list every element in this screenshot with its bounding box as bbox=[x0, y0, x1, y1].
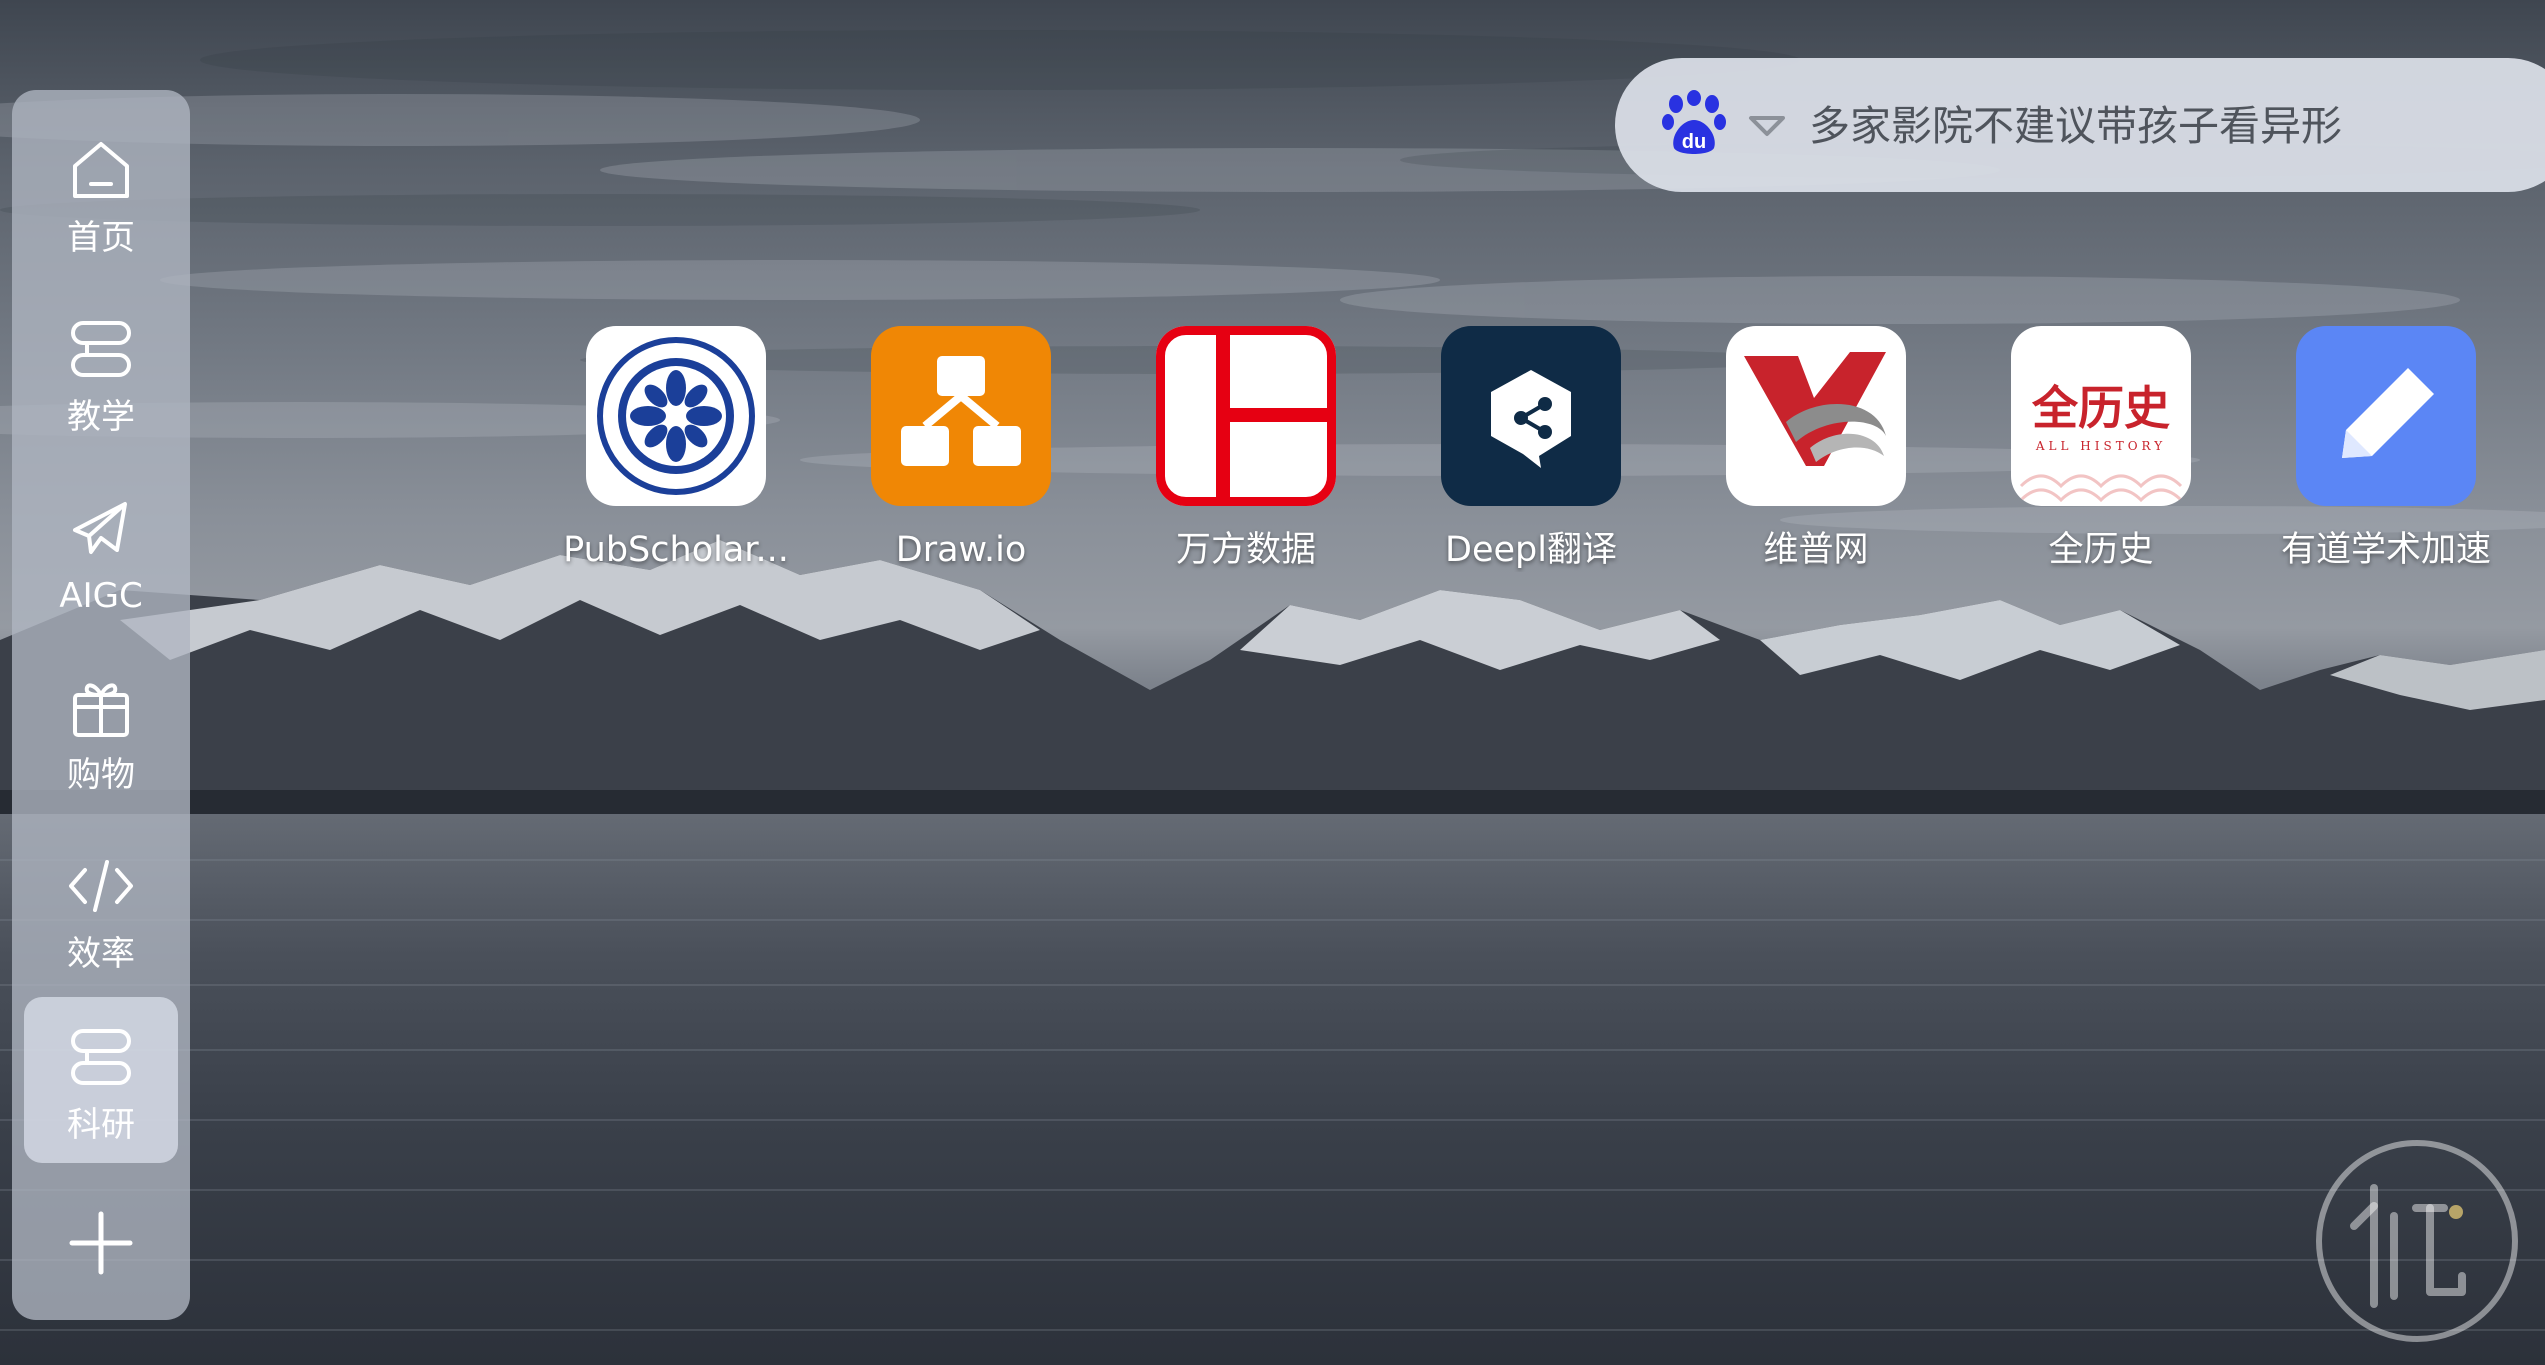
shortcut-tile bbox=[586, 326, 766, 506]
youdao-pen-logo-icon bbox=[2296, 326, 2476, 506]
shortcut-tile bbox=[1156, 326, 1336, 506]
svg-text:全历史: 全历史 bbox=[2031, 381, 2170, 435]
watermark-logo-icon bbox=[2316, 1140, 2518, 1342]
allhistory-logo-icon: 全历史 ALL HISTORY bbox=[2011, 326, 2191, 506]
wallpaper-background bbox=[0, 0, 2545, 1365]
shortcut-tile bbox=[2296, 326, 2476, 506]
drawio-logo-icon bbox=[871, 326, 1051, 506]
sidebar-item-home[interactable]: 首页 bbox=[24, 110, 178, 276]
shortcut-label: 万方数据 bbox=[1175, 530, 1316, 570]
wanfang-logo-icon bbox=[1156, 326, 1336, 506]
airplane-icon bbox=[73, 502, 127, 554]
svg-text:ALL HISTORY: ALL HISTORY bbox=[2035, 439, 2166, 453]
chevron-down-icon[interactable] bbox=[1747, 114, 1787, 138]
sidebar-item-label: 购物 bbox=[67, 755, 135, 795]
shortcut-label: Draw.io bbox=[895, 530, 1027, 570]
search-input[interactable] bbox=[1807, 88, 2531, 164]
shortcut-youdao[interactable]: 有道学术加速 bbox=[2256, 326, 2516, 586]
shortcut-tile bbox=[1441, 326, 1621, 506]
gift-icon bbox=[73, 683, 129, 737]
stack-icon bbox=[71, 321, 131, 377]
code-icon bbox=[69, 860, 133, 912]
pubscholar-logo-icon bbox=[586, 326, 766, 506]
sidebar-item-label: AIGC bbox=[59, 576, 143, 616]
shortcut-vip[interactable]: 维普网 bbox=[1686, 326, 1946, 586]
shortcut-allhistory[interactable]: 全历史 ALL HISTORY 全历史 bbox=[1971, 326, 2231, 586]
stack-icon bbox=[71, 1029, 131, 1085]
sidebar-item-aigc[interactable]: AIGC bbox=[24, 468, 178, 634]
shortcut-tile bbox=[1726, 326, 1906, 506]
plus-icon[interactable] bbox=[66, 1208, 136, 1278]
shortcut-tile: 全历史 ALL HISTORY bbox=[2011, 326, 2191, 506]
shortcut-label: 全历史 bbox=[2048, 530, 2154, 570]
sidebar-item-label: 首页 bbox=[67, 218, 135, 258]
sidebar-item-shopping[interactable]: 购物 bbox=[24, 647, 178, 813]
sidebar-item-label: 科研 bbox=[67, 1105, 135, 1145]
sidebar-item-teaching[interactable]: 教学 bbox=[24, 289, 178, 455]
landscape-graphic bbox=[0, 30, 2545, 1331]
shortcut-label: Deepl翻译 bbox=[1445, 530, 1617, 570]
svg-text:du: du bbox=[1682, 131, 1706, 153]
shortcut-label: PubScholar... bbox=[563, 530, 789, 570]
shortcut-wanfang[interactable]: 万方数据 bbox=[1116, 326, 1376, 586]
shortcut-deepl[interactable]: Deepl翻译 bbox=[1401, 326, 1661, 586]
shortcut-drawio[interactable]: Draw.io bbox=[831, 326, 1091, 586]
shortcut-pubscholar[interactable]: PubScholar... bbox=[546, 326, 806, 586]
home-icon bbox=[73, 142, 129, 198]
sidebar-item-efficiency[interactable]: 效率 bbox=[24, 826, 178, 992]
vip-logo-icon bbox=[1726, 326, 1906, 506]
search-bar: du bbox=[1615, 58, 2545, 192]
sidebar-item-label: 教学 bbox=[67, 397, 135, 437]
baidu-paw-icon[interactable]: du bbox=[1660, 90, 1728, 158]
shortcut-label: 维普网 bbox=[1763, 530, 1869, 570]
shortcut-label: 有道学术加速 bbox=[2280, 530, 2491, 570]
sidebar-item-label: 效率 bbox=[67, 934, 135, 974]
sidebar-item-research[interactable]: 科研 bbox=[24, 997, 178, 1163]
shortcut-tile bbox=[871, 326, 1051, 506]
deepl-logo-icon bbox=[1441, 326, 1621, 506]
sidebar: 首页 教学 AIGC 购物 效率 科研 bbox=[12, 90, 190, 1320]
